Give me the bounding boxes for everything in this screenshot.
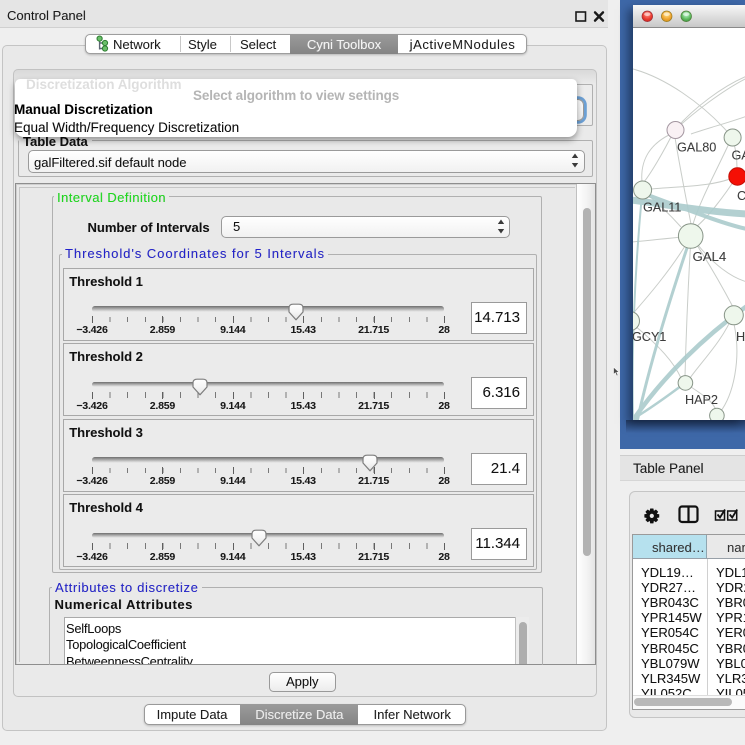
svg-text:GAL4: GAL4 bbox=[693, 249, 727, 264]
svg-text:GAL11: GAL11 bbox=[643, 201, 681, 215]
svg-text:C: C bbox=[737, 189, 745, 203]
svg-text:GCY1: GCY1 bbox=[633, 330, 666, 344]
svg-text:HAP2: HAP2 bbox=[685, 393, 718, 407]
svg-text:GA: GA bbox=[732, 149, 745, 163]
svg-text:GAL80: GAL80 bbox=[677, 141, 716, 155]
svg-text:H: H bbox=[736, 330, 745, 344]
